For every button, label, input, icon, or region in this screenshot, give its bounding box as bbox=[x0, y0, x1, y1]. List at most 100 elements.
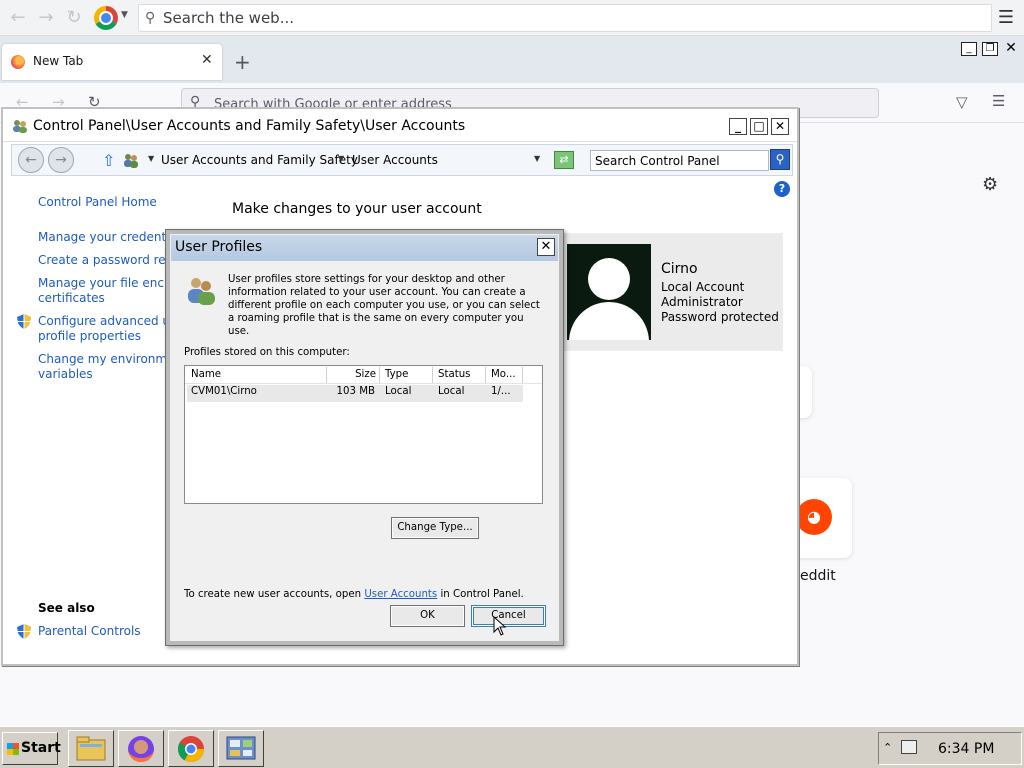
user-accounts-icon bbox=[13, 120, 27, 133]
chrome-search-input[interactable] bbox=[163, 8, 963, 28]
close-icon[interactable]: ✕ bbox=[537, 238, 555, 256]
file-explorer-icon[interactable] bbox=[68, 730, 114, 767]
header-divider bbox=[185, 383, 542, 384]
user-profiles-icon bbox=[188, 278, 215, 305]
shortcut-label-reddit[interactable]: eddit bbox=[800, 568, 836, 584]
tab-new-tab[interactable]: New Tab ✕ bbox=[2, 44, 222, 80]
ok-button[interactable]: OK bbox=[390, 605, 465, 627]
search-icon[interactable]: ⚲ bbox=[770, 149, 790, 170]
user-name: Cirno bbox=[661, 261, 698, 277]
close-icon[interactable]: ✕ bbox=[1003, 41, 1019, 56]
dialog-title: User Profiles bbox=[175, 239, 263, 255]
start-label: Start bbox=[21, 740, 61, 756]
search-input[interactable] bbox=[595, 153, 765, 169]
chrome-back-icon[interactable]: ← bbox=[8, 8, 28, 28]
up-arrow-icon[interactable]: ⇧ bbox=[102, 151, 115, 170]
chrome-forward-icon[interactable]: → bbox=[36, 8, 56, 28]
restore-icon[interactable]: ❐ bbox=[982, 42, 998, 56]
system-tray: ⌃ 6:34 PM bbox=[878, 732, 1022, 765]
sidebar-item-advanced-profile[interactable]: Configure advanced use profile propertie… bbox=[38, 314, 166, 344]
cell-size: 103 MB bbox=[336, 386, 375, 397]
firefox-favicon-icon bbox=[11, 55, 25, 69]
sidebar-item-label: Manage your file encryp bbox=[38, 276, 166, 290]
minimize-icon[interactable]: _ bbox=[729, 118, 747, 135]
account-password-status: Password protected bbox=[661, 310, 779, 324]
sidebar-item-label: Manage your credentials bbox=[38, 230, 166, 244]
uac-shield-icon bbox=[17, 314, 31, 329]
forward-icon[interactable]: → bbox=[48, 147, 74, 173]
user-accounts-icon bbox=[124, 154, 138, 168]
search-control-panel[interactable] bbox=[590, 150, 769, 171]
chrome-reload-icon[interactable]: ↻ bbox=[64, 8, 84, 28]
network-icon[interactable] bbox=[901, 740, 917, 754]
tab-close-icon[interactable]: ✕ bbox=[201, 52, 213, 68]
chrome-omnibox[interactable]: ⚲ bbox=[138, 4, 992, 32]
sidebar-item-manage-credentials[interactable]: Manage your credentials bbox=[38, 230, 166, 245]
mouse-cursor-icon bbox=[493, 616, 507, 636]
column-header-type[interactable]: Type bbox=[380, 367, 433, 383]
chrome-menu-icon[interactable]: ☰ bbox=[996, 8, 1016, 28]
dialog-description: User profiles store settings for your de… bbox=[228, 274, 540, 337]
sidebar-item-label: variables bbox=[38, 367, 93, 381]
chevron-up-icon[interactable]: ⌃ bbox=[883, 741, 892, 754]
clock[interactable]: 6:34 PM bbox=[938, 741, 994, 757]
pocket-icon[interactable]: ▽ bbox=[956, 93, 968, 111]
back-icon[interactable]: ← bbox=[18, 147, 44, 173]
control-panel-icon[interactable] bbox=[218, 730, 264, 767]
sidebar-item-control-panel-home[interactable]: Control Panel Home bbox=[38, 195, 157, 210]
sidebar-item-label: certificates bbox=[38, 291, 105, 305]
footer-prefix: To create new user accounts, open bbox=[184, 589, 365, 600]
sidebar-item-label: Change my environmen bbox=[38, 352, 166, 366]
refresh-icon[interactable]: ⇄ bbox=[554, 151, 574, 169]
window-title: Control Panel\User Accounts and Family S… bbox=[33, 118, 466, 134]
dialog-footer-text: To create new user accounts, open User A… bbox=[184, 589, 524, 600]
breadcrumb-family-safety[interactable]: User Accounts and Family Safety bbox=[161, 153, 358, 167]
sidebar-item-label: Configure advanced use bbox=[38, 314, 166, 328]
cell-type: Local bbox=[385, 386, 412, 397]
search-icon: ⚲ bbox=[145, 10, 156, 26]
chevron-down-icon[interactable]: ▼ bbox=[338, 154, 344, 163]
sidebar-item-label: profile properties bbox=[38, 329, 141, 343]
sidebar-item-parental-controls[interactable]: Parental Controls bbox=[38, 624, 141, 639]
user-accounts-link[interactable]: User Accounts bbox=[364, 589, 437, 600]
column-header-size[interactable]: Size bbox=[327, 367, 380, 383]
user-account-card: Cirno Local Account Administrator Passwo… bbox=[563, 233, 783, 351]
column-header-modified[interactable]: Mo... bbox=[486, 367, 523, 383]
column-header-status[interactable]: Status bbox=[433, 367, 486, 383]
profiles-label: Profiles stored on this computer: bbox=[184, 347, 350, 358]
new-tab-button[interactable]: + bbox=[234, 50, 251, 74]
sidebar-item-password-reset[interactable]: Create a password reset bbox=[38, 253, 166, 268]
cell-modified: 1/... bbox=[491, 386, 511, 397]
chrome-icon[interactable] bbox=[168, 730, 214, 767]
column-header-name[interactable]: Name bbox=[186, 367, 327, 383]
reddit-icon: ◕ bbox=[796, 499, 832, 535]
address-dropdown-icon[interactable]: ▼ bbox=[534, 154, 540, 163]
change-type-button[interactable]: Change Type... bbox=[391, 517, 479, 539]
firefox-icon[interactable] bbox=[118, 730, 164, 767]
account-role: Administrator bbox=[661, 295, 743, 309]
chevron-down-icon[interactable]: ▼ bbox=[148, 154, 154, 163]
minimize-icon[interactable]: _ bbox=[961, 42, 977, 56]
cell-status: Local bbox=[438, 386, 465, 397]
breadcrumb-user-accounts[interactable]: User Accounts bbox=[352, 153, 438, 167]
settings-gear-icon[interactable]: ⚙ bbox=[982, 174, 998, 195]
app-menu-icon[interactable]: ☰ bbox=[992, 92, 1005, 110]
sidebar-item-file-encryption[interactable]: Manage your file encryp certificates bbox=[38, 276, 166, 306]
sidebar-item-environment-variables[interactable]: Change my environmen variables bbox=[38, 352, 166, 382]
help-icon[interactable]: ? bbox=[774, 181, 790, 197]
taskbar: Start ⌃ 6:34 PM bbox=[0, 726, 1024, 768]
cancel-button[interactable]: Cancel bbox=[471, 605, 546, 627]
chevron-down-icon[interactable]: ▼ bbox=[121, 10, 128, 20]
chrome-logo-icon[interactable] bbox=[94, 6, 118, 30]
account-type: Local Account bbox=[661, 280, 745, 294]
chrome-toolbar: ← → ↻ ▼ ⚲ ☰ bbox=[0, 0, 1024, 36]
maximize-icon[interactable]: □ bbox=[750, 118, 768, 135]
table-row[interactable]: CVM01\Cirno 103 MB Local Local 1/... bbox=[187, 385, 523, 402]
windows-logo-icon bbox=[7, 743, 19, 755]
start-button[interactable]: Start bbox=[2, 732, 61, 765]
footer-suffix: in Control Panel. bbox=[437, 589, 524, 600]
close-icon[interactable]: ✕ bbox=[771, 118, 789, 135]
profiles-list[interactable]: Name Size Type Status Mo... CVM01\Cirno … bbox=[184, 365, 543, 504]
cell-name: CVM01\Cirno bbox=[191, 386, 257, 397]
tab-title: New Tab bbox=[33, 54, 84, 68]
